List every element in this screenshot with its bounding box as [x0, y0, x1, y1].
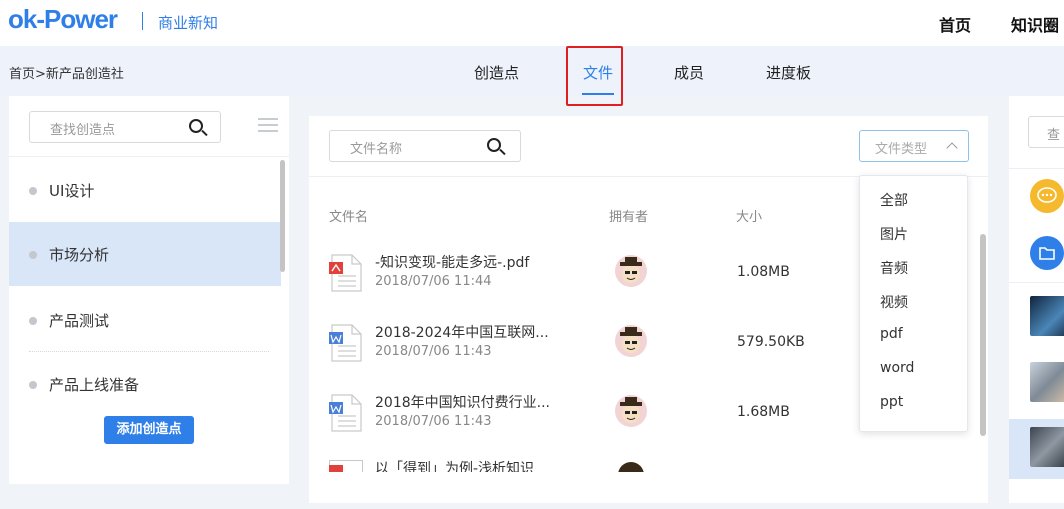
right-side-panel: 查 — [1009, 96, 1064, 504]
thumbnail-image[interactable] — [1030, 362, 1064, 402]
dropdown-option-video[interactable]: 视频 — [880, 292, 908, 312]
creation-point-panel: 查找创造点 UI设计 市场分析 产品测试 产品上线准备 添加创造点 — [9, 96, 289, 484]
owner-avatar[interactable] — [614, 324, 648, 358]
bullet-icon — [29, 317, 37, 325]
file-size: 1.68MB — [737, 404, 790, 420]
file-name[interactable]: -知识变现-能走多远-.pdf — [375, 252, 529, 272]
folder-icon[interactable] — [1030, 236, 1064, 270]
owner-avatar[interactable] — [618, 462, 644, 472]
sub-navigation-bar: 首页>新产品创造社 创造点 文件 成员 进度板 — [0, 46, 1064, 96]
file-list-scrollbar[interactable] — [980, 234, 986, 436]
panel-divider — [1009, 168, 1064, 169]
search-icon[interactable] — [189, 119, 203, 133]
search-placeholder: 查找创造点 — [50, 123, 116, 138]
column-header-owner[interactable]: 拥有者 — [609, 206, 648, 225]
dropdown-option-audio[interactable]: 音频 — [880, 258, 908, 278]
pdf-file-icon — [329, 254, 362, 292]
bullet-icon — [29, 381, 37, 389]
tab-highlight-box — [566, 46, 623, 106]
owner-avatar[interactable] — [614, 394, 648, 428]
bullet-icon — [29, 251, 37, 259]
creation-point-label: 产品测试 — [49, 312, 110, 330]
file-date: 2018/07/06 11:43 — [375, 344, 492, 359]
panel-divider — [1009, 282, 1064, 283]
nav-home[interactable]: 首页 — [939, 12, 971, 36]
owner-avatar[interactable] — [614, 254, 648, 288]
logo-divider — [142, 12, 143, 30]
tab-progress-board[interactable]: 进度板 — [766, 62, 811, 83]
dropdown-option-word[interactable]: word — [880, 360, 914, 376]
search-placeholder: 查 — [1047, 128, 1061, 143]
search-placeholder: 文件名称 — [350, 142, 403, 157]
dropdown-option-pdf[interactable]: pdf — [880, 326, 903, 342]
file-search-input[interactable]: 文件名称 — [329, 130, 521, 162]
nav-knowledge-circle[interactable]: 知识圈 — [1011, 12, 1059, 36]
column-header-file-name[interactable]: 文件名 — [329, 206, 368, 225]
table-row[interactable]: 以「得到」为例-浅析知识 — [309, 452, 969, 472]
pdf-file-icon — [329, 460, 363, 472]
thumbnail-image[interactable] — [1030, 427, 1064, 467]
file-size: 579.50KB — [737, 334, 805, 350]
chevron-up-icon — [946, 142, 958, 154]
right-search-input[interactable]: 查 — [1028, 116, 1064, 148]
creation-point-item-selected[interactable]: 市场分析 — [9, 222, 281, 286]
dropdown-option-image[interactable]: 图片 — [880, 224, 908, 244]
word-file-icon — [329, 324, 362, 362]
page-bottom-edge — [0, 503, 1064, 509]
word-file-icon — [329, 394, 362, 432]
brand-subtitle: 商业新知 — [158, 14, 219, 32]
list-scrollbar[interactable] — [280, 160, 285, 272]
file-size: 1.08MB — [737, 264, 790, 280]
chat-icon[interactable] — [1030, 179, 1064, 213]
file-name[interactable]: 2018-2024年中国互联网... — [375, 322, 549, 342]
creation-point-label: 产品上线准备 — [49, 376, 140, 394]
list-view-icon[interactable] — [258, 118, 278, 132]
search-icon[interactable] — [487, 138, 501, 152]
file-date: 2018/07/06 11:44 — [375, 274, 492, 289]
dropdown-option-all[interactable]: 全部 — [880, 190, 908, 210]
creation-point-item[interactable]: 产品上线准备 — [9, 352, 281, 416]
creation-point-label: UI设计 — [49, 182, 95, 200]
thumbnail-image[interactable] — [1030, 296, 1064, 336]
file-type-select[interactable]: 文件类型 — [859, 130, 969, 162]
creation-point-search-input[interactable]: 查找创造点 — [29, 111, 221, 143]
file-name[interactable]: 以「得到」为例-浅析知识 — [375, 458, 534, 472]
creation-point-label: 市场分析 — [49, 246, 110, 264]
logo[interactable]: ok-Power — [8, 4, 118, 35]
creation-point-item[interactable]: UI设计 — [9, 158, 281, 222]
file-type-placeholder: 文件类型 — [875, 142, 928, 157]
breadcrumb[interactable]: 首页>新产品创造社 — [9, 63, 124, 82]
file-name[interactable]: 2018年中国知识付费行业... — [375, 392, 550, 412]
top-header: ok-Power 商业新知 首页 知识圈 — [0, 0, 1064, 46]
tab-creation-points[interactable]: 创造点 — [474, 62, 519, 83]
file-type-dropdown-menu: 全部 图片 音频 视频 pdf word ppt — [859, 175, 968, 432]
creation-point-item[interactable]: 产品测试 — [9, 288, 281, 352]
dropdown-option-ppt[interactable]: ppt — [880, 394, 903, 410]
column-header-size[interactable]: 大小 — [736, 206, 762, 225]
file-date: 2018/07/06 11:43 — [375, 414, 492, 429]
add-creation-point-button[interactable]: 添加创造点 — [104, 416, 194, 444]
panel-divider — [9, 156, 289, 157]
bullet-icon — [29, 187, 37, 195]
tab-members[interactable]: 成员 — [674, 62, 704, 83]
